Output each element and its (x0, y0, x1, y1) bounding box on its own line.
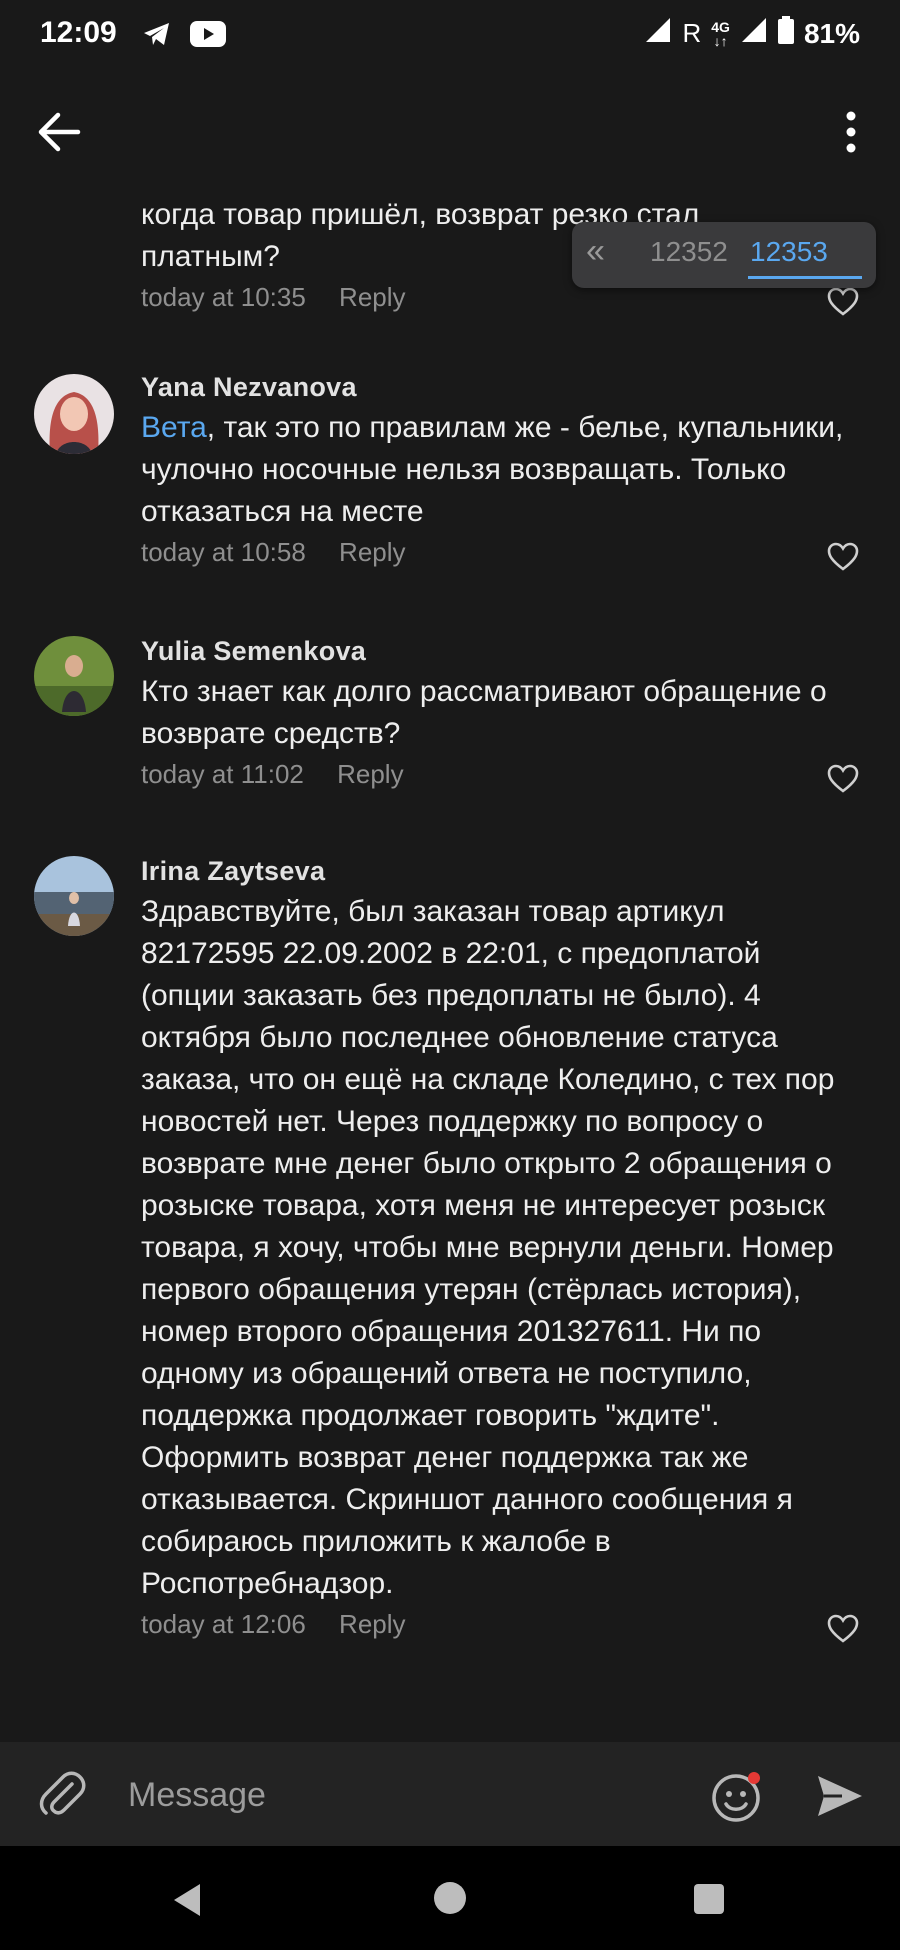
nav-back-button[interactable] (168, 1880, 208, 1920)
page-switcher: « 12352 12353 (572, 222, 876, 288)
message-composer (0, 1742, 900, 1846)
mention-link[interactable]: Вета (141, 411, 207, 444)
more-vert-icon (846, 111, 856, 153)
user-avatar-image (34, 374, 114, 454)
comment-text: Кто знает как долго рассматривают обраще… (141, 675, 827, 750)
wifi-icon (740, 16, 768, 51)
battery-icon (777, 16, 794, 51)
paperclip-icon (39, 1771, 86, 1815)
back-button[interactable] (30, 102, 90, 162)
comment-body: Yana Nezvanova Вета, так это по правилам… (141, 372, 860, 577)
heart-icon[interactable] (826, 1613, 860, 1645)
comment-time: today at 12:06 (141, 1609, 306, 1639)
comment-meta: today at 11:02 Reply (141, 759, 860, 799)
page-current-button[interactable]: 12353 (750, 236, 828, 268)
roaming-indicator: R (682, 18, 702, 48)
comment-time: today at 10:58 (141, 537, 306, 567)
page-prev-button[interactable]: 12352 (650, 236, 728, 268)
current-page-indicator (748, 276, 862, 279)
app-bar (0, 72, 900, 192)
comment-meta: today at 10:58 Reply (141, 537, 860, 577)
heart-icon[interactable] (826, 763, 860, 795)
comment-text-content: , так это по правилам же - белье, купаль… (141, 411, 844, 528)
avatar[interactable] (34, 374, 114, 454)
heart-icon[interactable] (826, 541, 860, 573)
comment-author[interactable]: Yulia Semenkova (141, 636, 860, 667)
emoji-icon (712, 1772, 760, 1822)
nav-home-button[interactable] (434, 1882, 466, 1914)
reply-button[interactable]: Reply (339, 537, 405, 567)
status-system-icons: R 4G ↓↑ 81% (644, 16, 860, 51)
nav-back-icon (174, 1884, 200, 1916)
heart-icon[interactable] (826, 286, 860, 318)
comment-meta: today at 12:06 Reply (141, 1609, 860, 1649)
signal-icon (644, 16, 672, 51)
comment-text: Здравствуйте, был заказан товар артикул … (141, 895, 835, 1600)
back-arrow-icon (38, 112, 81, 152)
reply-button[interactable]: Reply (337, 759, 403, 789)
network-activity: ↓↑ (713, 32, 728, 49)
network-type-label: 4G (711, 18, 730, 35)
comment-text: Вета, так это по правилам же - белье, ку… (141, 407, 860, 533)
telegram-icon (142, 20, 172, 53)
message-input[interactable] (126, 1766, 690, 1824)
comment-body: Yulia Semenkova Кто знает как долго расс… (141, 636, 860, 799)
status-time: 12:09 (40, 16, 117, 49)
nav-recents-button[interactable] (694, 1884, 724, 1914)
status-notification-icons (142, 20, 226, 53)
status-bar: 12:09 R 4G ↓↑ 81% (0, 0, 900, 72)
avatar[interactable] (34, 856, 114, 936)
comment-time: today at 11:02 (141, 759, 304, 789)
comment-time: today at 10:35 (141, 282, 306, 312)
notification-dot (748, 1772, 760, 1784)
youtube-icon (190, 21, 226, 52)
emoji-button[interactable] (708, 1766, 768, 1826)
comment-body: Irina Zaytseva Здравствуйте, был заказан… (141, 856, 860, 1649)
reply-button[interactable]: Reply (339, 1609, 405, 1639)
user-avatar-image (34, 856, 114, 936)
system-nav-bar (0, 1846, 900, 1950)
network-type: 4G ↓↑ (711, 20, 730, 48)
more-options-button[interactable] (826, 102, 876, 162)
first-page-button[interactable]: « (586, 232, 605, 271)
comment-meta: today at 10:35 Reply (141, 282, 860, 322)
send-button[interactable] (812, 1768, 868, 1824)
comment-author[interactable]: Irina Zaytseva (141, 856, 860, 887)
reply-button[interactable]: Reply (339, 282, 405, 312)
comment-author[interactable]: Yana Nezvanova (141, 372, 860, 403)
user-avatar-image (34, 636, 114, 716)
attach-button[interactable] (36, 1768, 88, 1820)
battery-percent: 81% (803, 17, 860, 49)
avatar[interactable] (34, 636, 114, 716)
send-icon (818, 1776, 862, 1816)
